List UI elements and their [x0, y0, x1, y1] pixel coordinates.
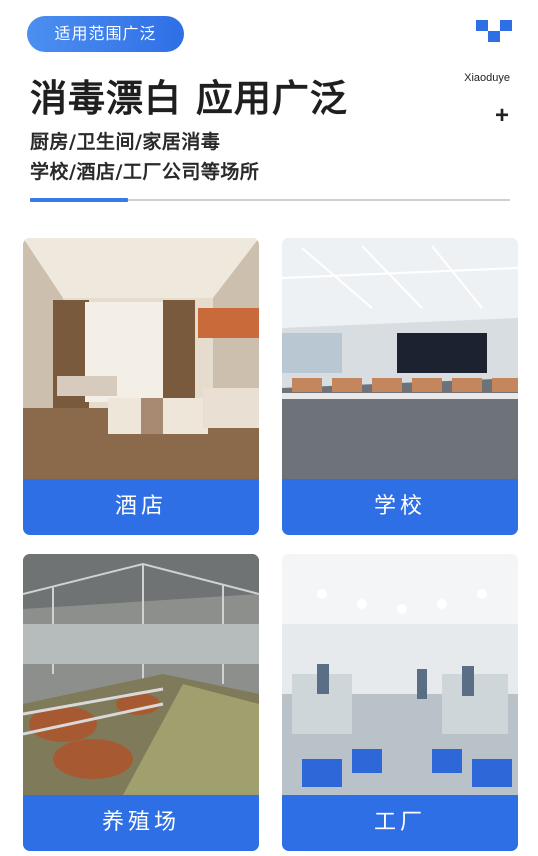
hotel-room-image: [23, 238, 259, 479]
card-school-label: 学校: [282, 479, 518, 535]
card-hotel: 酒店: [23, 238, 259, 535]
cattle-farm-image: [23, 554, 259, 795]
brand-name: Xiaoduye: [464, 72, 510, 84]
subtitle-line-1: 厨房/卫生间/家居消毒: [30, 131, 221, 153]
card-factory: 工厂: [282, 554, 518, 851]
card-hotel-label: 酒店: [23, 479, 259, 535]
subtitle-line-2: 学校/酒店/工厂公司等场所: [30, 161, 260, 183]
plus-icon: +: [494, 102, 509, 129]
factory-floor-image: [282, 554, 518, 795]
scope-tag: 适用范围广泛: [27, 16, 184, 52]
card-farm-label: 养殖场: [23, 795, 259, 851]
section-divider-accent: [30, 198, 128, 202]
card-school: 学校: [282, 238, 518, 535]
brand-logo-icon: [476, 20, 512, 42]
page-title: 消毒漂白 应用广泛: [30, 77, 348, 120]
card-factory-label: 工厂: [282, 795, 518, 851]
card-farm: 养殖场: [23, 554, 259, 851]
classroom-image: [282, 238, 518, 479]
